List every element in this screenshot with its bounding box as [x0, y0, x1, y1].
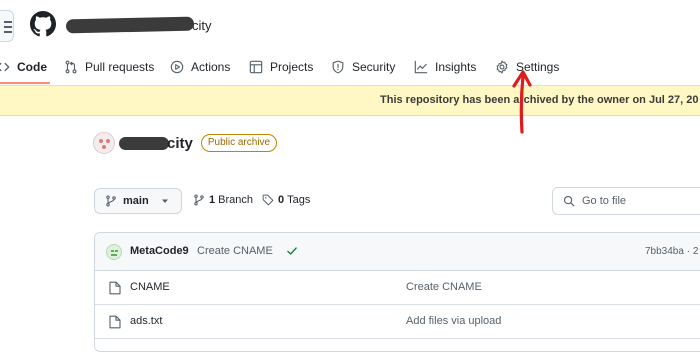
- branch-icon: [194, 194, 204, 206]
- archive-banner: This repository has been archived by the…: [0, 86, 700, 116]
- branch-count: 1: [209, 194, 216, 206]
- tab-projects-label: Projects: [270, 60, 314, 74]
- github-logo-icon[interactable]: [30, 11, 56, 37]
- tab-actions-label: Actions: [191, 60, 231, 74]
- repo-name[interactable]: city: [167, 135, 193, 152]
- file-table: MetaCode9 Create CNAME 7bb34ba · 2 CNAME…: [94, 232, 700, 352]
- go-to-file-field[interactable]: [552, 187, 700, 215]
- commit-message[interactable]: Create CNAME: [197, 245, 273, 257]
- menu-button[interactable]: [0, 10, 14, 42]
- repo-nav: Code Pull requests Actions Projects Secu…: [0, 50, 700, 86]
- status-badge: Public archive: [200, 134, 278, 152]
- tag-label: Tags: [287, 194, 311, 206]
- file-icon: [109, 315, 121, 329]
- pull-request-icon: [65, 60, 77, 74]
- branch-select-button[interactable]: main: [94, 188, 182, 214]
- latest-commit-row: MetaCode9 Create CNAME 7bb34ba · 2: [95, 233, 700, 271]
- tab-security-label: Security: [352, 60, 396, 74]
- code-icon: [0, 62, 10, 72]
- tab-insights[interactable]: Insights: [414, 50, 476, 84]
- commit-hash[interactable]: 7bb34ba · 2: [645, 246, 698, 257]
- gear-icon: [496, 60, 508, 74]
- file-name[interactable]: CNAME: [130, 281, 170, 293]
- active-tab-indicator: [0, 82, 50, 84]
- repo-name-suffix: city: [192, 17, 212, 33]
- file-commit-message[interactable]: Create CNAME: [406, 281, 482, 293]
- tag-count: 0: [278, 194, 285, 206]
- app-header: city: [0, 0, 700, 50]
- file-commit-message[interactable]: Add files via upload: [406, 315, 501, 327]
- branch-label: Branch: [218, 194, 253, 206]
- tag-icon: [262, 194, 274, 206]
- commit-author[interactable]: MetaCode9: [130, 245, 189, 257]
- tab-pull-requests[interactable]: Pull requests: [64, 50, 154, 84]
- play-icon: [170, 60, 184, 74]
- file-name[interactable]: ads.txt: [130, 315, 162, 327]
- archive-banner-text: This repository has been archived by the…: [380, 94, 699, 106]
- go-to-file-input[interactable]: [582, 195, 682, 207]
- tab-pull-requests-label: Pull requests: [85, 60, 155, 74]
- file-icon: [109, 281, 121, 295]
- tab-projects[interactable]: Projects: [249, 50, 313, 84]
- avatar[interactable]: [93, 132, 115, 154]
- branch-name: main: [123, 195, 149, 207]
- chevron-down-icon: [161, 199, 168, 203]
- table-row: CNAME Create CNAME: [95, 271, 700, 305]
- branches-link[interactable]: 1 Branch: [193, 194, 253, 206]
- repo-breadcrumb[interactable]: city: [65, 14, 212, 36]
- shield-icon: [332, 60, 344, 74]
- tags-link[interactable]: 0 Tags: [262, 194, 310, 206]
- repo-heading: city Public archive: [93, 130, 278, 156]
- tab-security[interactable]: Security: [331, 50, 395, 84]
- tab-actions[interactable]: Actions: [170, 50, 230, 84]
- avatar[interactable]: [106, 244, 122, 260]
- table-icon: [249, 60, 263, 74]
- search-icon: [563, 195, 575, 207]
- tab-code-label: Code: [17, 60, 47, 74]
- tab-code[interactable]: Code: [0, 50, 47, 84]
- redaction-mark: [119, 136, 169, 150]
- menu-icon: [4, 21, 12, 23]
- graph-icon: [414, 60, 428, 74]
- annotation-arrow-icon: [512, 70, 532, 134]
- branch-icon: [106, 195, 116, 207]
- table-row: ads.txt Add files via upload: [95, 305, 700, 339]
- check-icon[interactable]: [286, 245, 298, 257]
- tab-insights-label: Insights: [435, 60, 477, 74]
- redaction-mark: [65, 16, 195, 34]
